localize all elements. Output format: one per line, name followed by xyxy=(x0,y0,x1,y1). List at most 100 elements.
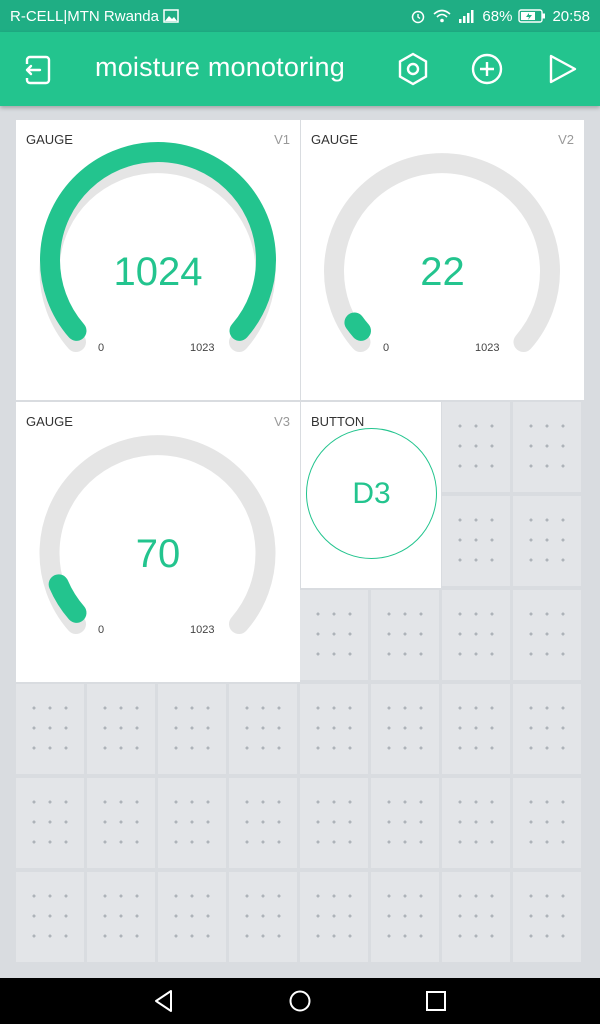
grid-dots xyxy=(97,886,145,948)
grid-dots xyxy=(239,792,287,854)
grid-dots xyxy=(523,604,571,666)
recents-icon[interactable] xyxy=(423,988,449,1014)
empty-grid-cell[interactable] xyxy=(229,872,297,962)
grid-dots xyxy=(452,886,500,948)
play-icon[interactable] xyxy=(543,50,581,88)
app-bar: moisture monotoring xyxy=(0,32,600,106)
empty-grid-cell[interactable] xyxy=(513,778,581,868)
gauge-fill xyxy=(48,574,87,623)
grid-dots xyxy=(239,698,287,760)
empty-grid-cell[interactable] xyxy=(229,778,297,868)
widget-label: BUTTON xyxy=(311,414,365,429)
empty-grid-cell[interactable] xyxy=(513,590,581,680)
add-widget-icon[interactable] xyxy=(468,50,506,88)
grid-dots xyxy=(381,886,429,948)
grid-dots xyxy=(523,510,571,572)
carrier-info: R-CELL|MTN Rwanda xyxy=(10,8,179,25)
clock: 20:58 xyxy=(552,7,590,25)
image-notification-icon xyxy=(163,9,179,23)
carrier-name: R-CELL|MTN Rwanda xyxy=(10,7,159,25)
empty-grid-cell[interactable] xyxy=(87,872,155,962)
gauge-max: 1023 xyxy=(190,342,215,354)
empty-grid-cell[interactable] xyxy=(371,684,439,774)
status-bar: R-CELL|MTN Rwanda 68% 20:58 xyxy=(0,0,600,32)
grid-dots xyxy=(452,792,500,854)
empty-grid-cell[interactable] xyxy=(442,778,510,868)
empty-grid-cell[interactable] xyxy=(158,684,226,774)
grid-dots xyxy=(168,792,216,854)
gauge-min: 0 xyxy=(98,342,105,354)
empty-grid-cell[interactable] xyxy=(87,778,155,868)
grid-dots xyxy=(310,792,358,854)
grid-dots xyxy=(239,886,287,948)
dashboard-canvas[interactable]: GAUGE V1 1024 0 1023 GAUGE V2 22 0 1023 … xyxy=(16,120,584,966)
empty-grid-cell[interactable] xyxy=(16,872,84,962)
grid-dots xyxy=(523,416,571,478)
empty-grid-cell[interactable] xyxy=(442,496,510,586)
empty-grid-cell[interactable] xyxy=(442,872,510,962)
grid-dots xyxy=(97,792,145,854)
empty-grid-cell[interactable] xyxy=(300,778,368,868)
empty-grid-cell[interactable] xyxy=(300,590,368,680)
gauge-fill xyxy=(344,312,371,341)
alarm-icon xyxy=(412,10,425,24)
wifi-icon xyxy=(433,9,451,23)
battery-percent: 68% xyxy=(482,7,513,25)
button-text: D3 xyxy=(352,476,391,510)
grid-dots xyxy=(310,698,358,760)
empty-grid-cell[interactable] xyxy=(513,684,581,774)
grid-dots xyxy=(381,792,429,854)
empty-grid-cell[interactable] xyxy=(229,684,297,774)
gauge-value: 70 xyxy=(135,532,181,576)
button-widget-d3[interactable]: BUTTON D3 xyxy=(301,402,441,588)
gauge-widget-v1[interactable]: GAUGE V1 1024 0 1023 xyxy=(16,120,300,400)
empty-grid-cell[interactable] xyxy=(158,872,226,962)
gauge-max: 1023 xyxy=(475,342,500,354)
empty-grid-cell[interactable] xyxy=(16,778,84,868)
empty-grid-cell[interactable] xyxy=(300,872,368,962)
empty-grid-cell[interactable] xyxy=(513,402,581,492)
grid-dots xyxy=(523,698,571,760)
gauge-max: 1023 xyxy=(190,624,215,636)
battery-charging-icon xyxy=(518,9,546,23)
status-icons: 68% 20:58 xyxy=(410,8,590,25)
empty-grid-cell[interactable] xyxy=(371,872,439,962)
empty-grid-cell[interactable] xyxy=(371,778,439,868)
empty-grid-cell[interactable] xyxy=(442,402,510,492)
d3-button[interactable]: D3 xyxy=(306,428,437,559)
settings-hexagon-icon[interactable] xyxy=(394,50,432,88)
empty-grid-cell[interactable] xyxy=(16,684,84,774)
grid-dots xyxy=(452,698,500,760)
empty-grid-cell[interactable] xyxy=(371,590,439,680)
grid-dots xyxy=(26,698,74,760)
gauge-widget-v3[interactable]: GAUGE V3 70 0 1023 xyxy=(16,402,300,682)
empty-grid-cell[interactable] xyxy=(300,684,368,774)
gauge-fill xyxy=(40,142,276,341)
grid-dots xyxy=(523,886,571,948)
grid-dots xyxy=(381,604,429,666)
gauge-value: 1024 xyxy=(113,250,203,294)
empty-grid-cell[interactable] xyxy=(87,684,155,774)
signal-icon xyxy=(459,10,474,23)
empty-grid-cell[interactable] xyxy=(513,872,581,962)
grid-dots xyxy=(452,416,500,478)
empty-grid-cell[interactable] xyxy=(442,590,510,680)
empty-grid-cell[interactable] xyxy=(513,496,581,586)
gauge-min: 0 xyxy=(98,624,105,636)
grid-dots xyxy=(310,604,358,666)
back-icon[interactable] xyxy=(151,988,177,1014)
grid-dots xyxy=(26,792,74,854)
grid-dots xyxy=(168,698,216,760)
project-title: moisture monotoring xyxy=(95,52,345,82)
grid-dots xyxy=(452,604,500,666)
empty-grid-cell[interactable] xyxy=(158,778,226,868)
gauge-widget-v2[interactable]: GAUGE V2 22 0 1023 xyxy=(301,120,584,400)
exit-icon[interactable] xyxy=(18,50,58,90)
gauge-value: 22 xyxy=(420,250,465,294)
home-icon[interactable] xyxy=(287,988,313,1014)
grid-dots xyxy=(310,886,358,948)
grid-dots xyxy=(97,698,145,760)
grid-dots xyxy=(26,886,74,948)
empty-grid-cell[interactable] xyxy=(442,684,510,774)
grid-dots xyxy=(452,510,500,572)
